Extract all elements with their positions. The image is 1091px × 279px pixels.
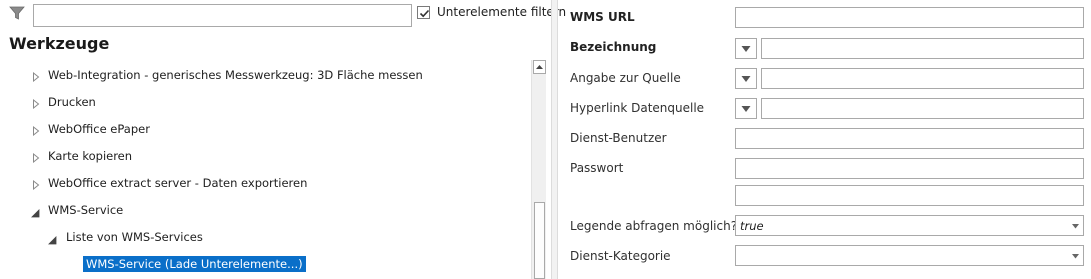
panel-title: Werkzeuge bbox=[9, 34, 110, 53]
filter-input[interactable] bbox=[33, 4, 412, 27]
tree-item[interactable]: WebOffice ePaper bbox=[0, 120, 525, 140]
tree-item[interactable]: WebOffice extract server - Daten exporti… bbox=[0, 174, 525, 194]
hyperlink-dropdown-button[interactable] bbox=[735, 98, 757, 119]
wms-url-input[interactable] bbox=[735, 7, 1084, 28]
field-label-angabe-quelle: Angabe zur Quelle bbox=[570, 71, 681, 85]
field-label-hyperlink-datenquelle: Hyperlink Datenquelle bbox=[570, 101, 705, 115]
expand-arrow-icon[interactable] bbox=[32, 152, 40, 164]
filter-icon[interactable] bbox=[9, 5, 25, 21]
tree-item[interactable]: Web-Integration - generisches Messwerkze… bbox=[0, 66, 525, 86]
passwort-input[interactable] bbox=[735, 158, 1084, 179]
tree-item-label: WMS-Service (Lade Unterelemente...) bbox=[83, 256, 306, 272]
field-label-passwort: Passwort bbox=[570, 161, 624, 175]
tree-item[interactable]: Liste von WMS-Services bbox=[0, 228, 525, 248]
passwort-confirm-input[interactable] bbox=[735, 185, 1084, 206]
tools-panel: Unterelemente filtern Werkzeuge Web-Inte… bbox=[0, 0, 566, 279]
dropdown-arrow-icon bbox=[1072, 254, 1079, 259]
field-label-bezeichnung: Bezeichnung bbox=[570, 40, 657, 54]
tree-item-label: Liste von WMS-Services bbox=[66, 230, 203, 244]
tree-item[interactable]: Karte kopieren bbox=[0, 147, 525, 167]
bezeichnung-dropdown-button[interactable] bbox=[735, 38, 757, 59]
expand-arrow-icon[interactable] bbox=[32, 71, 40, 83]
tree-item[interactable]: WMS-Service bbox=[0, 201, 525, 221]
hyperlink-datenquelle-input[interactable] bbox=[761, 98, 1084, 119]
panel-splitter[interactable] bbox=[551, 0, 558, 279]
checkmark-icon bbox=[419, 9, 430, 18]
filter-subelements-label[interactable]: Unterelemente filtern bbox=[437, 5, 566, 19]
scroll-up-button[interactable] bbox=[533, 60, 546, 74]
tree-item-label: Web-Integration - generisches Messwerkze… bbox=[48, 68, 423, 82]
legende-select[interactable]: true bbox=[735, 215, 1084, 236]
field-label-dienst-benutzer: Dienst-Benutzer bbox=[570, 131, 667, 145]
collapse-arrow-icon[interactable] bbox=[31, 207, 40, 218]
scroll-up-icon bbox=[536, 65, 543, 69]
dropdown-arrow-icon bbox=[741, 46, 751, 52]
expand-arrow-icon[interactable] bbox=[32, 125, 40, 137]
dropdown-arrow-icon bbox=[1072, 224, 1079, 229]
tree-item-label: Karte kopieren bbox=[48, 149, 133, 163]
tree-item-selected[interactable]: WMS-Service (Lade Unterelemente...) bbox=[0, 255, 525, 275]
scroll-thumb[interactable] bbox=[534, 202, 545, 279]
tree-item-label: WebOffice extract server - Daten exporti… bbox=[48, 176, 308, 190]
tree-item-label: Drucken bbox=[48, 95, 96, 109]
tree-item[interactable]: Drucken bbox=[0, 93, 525, 113]
filter-subelements-checkbox[interactable] bbox=[417, 6, 430, 19]
field-label-wms-url: WMS URL bbox=[570, 10, 635, 24]
bezeichnung-input[interactable] bbox=[761, 38, 1084, 59]
expand-arrow-icon[interactable] bbox=[32, 98, 40, 110]
dropdown-arrow-icon bbox=[741, 76, 751, 82]
legende-select-value: true bbox=[740, 219, 764, 233]
angabe-quelle-dropdown-button[interactable] bbox=[735, 68, 757, 89]
tree-scrollbar[interactable] bbox=[531, 60, 546, 279]
field-label-dienst-kategorie: Dienst-Kategorie bbox=[570, 249, 671, 263]
collapse-arrow-icon[interactable] bbox=[48, 234, 57, 245]
dienst-benutzer-input[interactable] bbox=[735, 128, 1084, 149]
tree-item-label: WMS-Service bbox=[48, 203, 124, 217]
expand-arrow-icon[interactable] bbox=[32, 179, 40, 191]
properties-panel: WMS URL Bezeichnung Angabe zur Quelle Hy… bbox=[558, 0, 1091, 279]
dienst-kategorie-select[interactable] bbox=[735, 245, 1084, 266]
field-label-legende: Legende abfragen möglich? bbox=[570, 219, 738, 233]
angabe-quelle-input[interactable] bbox=[761, 68, 1084, 89]
tree-item-label: WebOffice ePaper bbox=[48, 122, 150, 136]
dropdown-arrow-icon bbox=[741, 106, 751, 112]
